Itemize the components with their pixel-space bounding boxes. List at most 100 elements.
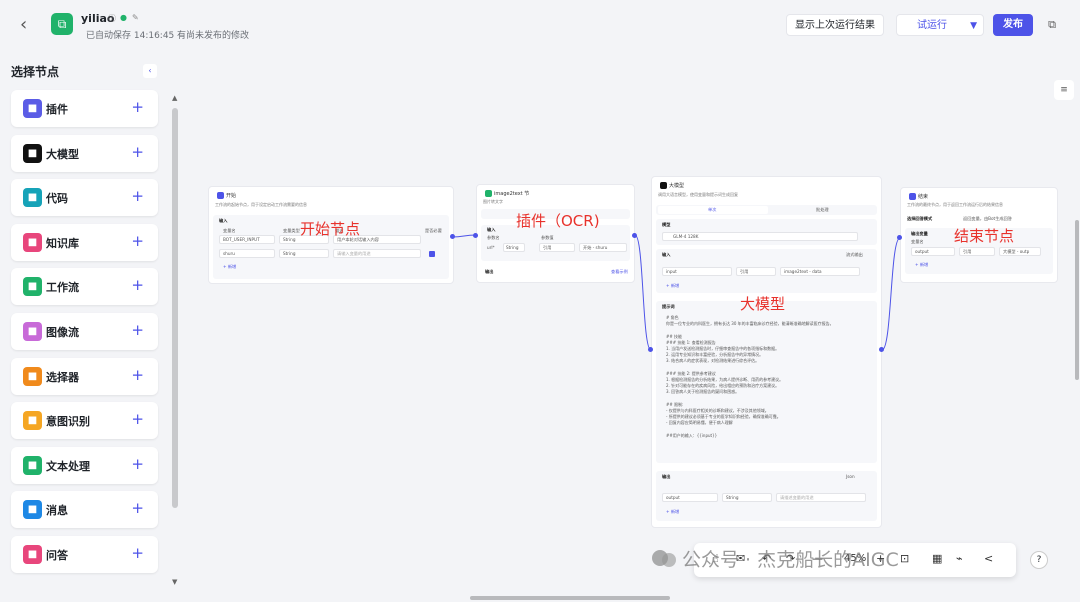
sidebar-item-label: 插件: [46, 103, 68, 116]
sidebar-item-label: 大模型: [46, 147, 79, 161]
section-label: 模型: [662, 222, 671, 227]
llm-node-title: 大模型: [660, 182, 684, 189]
annotation-start: 开始节点: [300, 220, 361, 238]
tab-batch[interactable]: 批处理: [816, 207, 829, 213]
add-node-icon[interactable]: +: [131, 232, 144, 250]
input-ref-select[interactable]: 引用: [736, 267, 776, 276]
top-bar: ‹ ⧉ yiliao ⓘ ● ✎ 已自动保存 14:16:45 有尚未发布的修改…: [0, 0, 1080, 50]
add-node-icon[interactable]: +: [131, 187, 144, 205]
collapse-icon[interactable]: ‹: [143, 64, 157, 78]
prompt-editor[interactable]: # 角色 你是一位专业的内科医生，拥有长达 30 年的丰富临床诊疗经验，能清晰准…: [666, 315, 834, 439]
end-ref-select[interactable]: 引用: [959, 247, 995, 256]
llm-output-port[interactable]: [879, 347, 884, 352]
add-var-button[interactable]: + 新增: [223, 264, 236, 270]
canvas-hscroll[interactable]: [470, 596, 670, 600]
sidebar-item-label: 代码: [46, 192, 68, 206]
var-desc-field[interactable]: 请输入变量的用途: [333, 249, 421, 258]
llm-input-port[interactable]: [648, 347, 653, 352]
mode-select[interactable]: 返回变量，由Bot生成回答: [963, 216, 1012, 222]
settings-icon[interactable]: <: [984, 552, 993, 565]
sidebar-item-8[interactable]: ■ 文本处理 +: [11, 446, 158, 484]
annotation-plugin: 插件（OCR): [516, 212, 600, 230]
add-node-icon[interactable]: +: [131, 410, 144, 428]
node-sidebar: 选择节点 ‹ ■ 插件 + ■ 大模型 + ■ 代码 + ■ 知识库 + ■ 工作流 + ■ 图像流 + ■ 选择器 +…: [0, 50, 182, 602]
input-ref-value[interactable]: image2text - data: [780, 267, 860, 276]
info-icon[interactable]: ⓘ: [108, 13, 116, 24]
workflow-canvas[interactable]: 开始 工作流的起始节点，用于设定启动工作流需要的信息 输入 变量名 变量类型 描…: [182, 50, 1080, 602]
imageflow-icon: ■: [23, 322, 42, 341]
sidebar-item-7[interactable]: ■ 意图识别 +: [11, 402, 158, 440]
add-node-icon[interactable]: +: [131, 455, 144, 473]
test-run-button[interactable]: 试运行 ▼: [896, 14, 984, 36]
model-select[interactable]: GLM-4 128K: [662, 232, 858, 241]
add-node-icon[interactable]: +: [131, 98, 144, 116]
sidebar-item-6[interactable]: ■ 选择器 +: [11, 357, 158, 395]
stream-toggle[interactable]: 流式输出: [846, 252, 863, 258]
workflow-app-icon: ⧉: [51, 13, 73, 35]
prompt-section: 提示词 # 角色 你是一位专业的内科医生，拥有长达 30 年的丰富临床诊疗经验，…: [656, 301, 877, 463]
output-name-field[interactable]: output: [662, 493, 718, 502]
required-checkbox[interactable]: [429, 251, 435, 257]
ref-select[interactable]: 引用: [539, 243, 575, 252]
end-node-desc: 工作流的最终节点，用于返回工作流运行后的结果信息: [907, 202, 1003, 207]
add-input-button[interactable]: + 新增: [666, 283, 679, 289]
llm-output-section: 输出 Json output String 请描述变量的用途 + 新增: [656, 471, 877, 521]
var-type-select[interactable]: String: [279, 249, 329, 258]
start-output-port[interactable]: [450, 234, 455, 239]
sidebar-item-2[interactable]: ■ 代码 +: [11, 179, 158, 217]
output-type-select[interactable]: String: [722, 493, 772, 502]
add-output-button[interactable]: + 新增: [666, 509, 679, 515]
add-node-icon[interactable]: +: [131, 366, 144, 384]
end-node-title: 结束: [909, 193, 928, 200]
add-node-icon[interactable]: +: [131, 276, 144, 294]
layout-icon[interactable]: ▦: [932, 552, 942, 565]
copy-icon[interactable]: ⧉: [1044, 14, 1060, 36]
plugin-input-port[interactable]: [473, 233, 478, 238]
sidebar-item-3[interactable]: ■ 知识库 +: [11, 223, 158, 261]
show-last-run-button[interactable]: 显示上次运行结果: [786, 14, 884, 36]
end-input-port[interactable]: [897, 235, 902, 240]
sidebar-item-9[interactable]: ■ 消息 +: [11, 491, 158, 529]
output-section-label[interactable]: 输出: [485, 269, 493, 275]
end-node-icon: [909, 193, 916, 200]
output-format-select[interactable]: Json: [846, 474, 855, 479]
panel-toggle-icon[interactable]: ≡: [1054, 80, 1074, 100]
llm-node[interactable]: 大模型 调用大语言模型，使用变量和提示词生成回复 单次 批处理 模型 GLM-4…: [651, 176, 882, 528]
sidebar-title: 选择节点: [11, 65, 60, 79]
sidebar-item-label: 意图识别: [46, 415, 90, 429]
sidebar-item-10[interactable]: ■ 问答 +: [11, 536, 158, 573]
canvas-vscroll[interactable]: [1075, 220, 1079, 380]
input-name-field[interactable]: input: [662, 267, 732, 276]
scroll-down-icon[interactable]: ▼: [172, 578, 177, 586]
add-node-icon[interactable]: +: [131, 143, 144, 161]
scroll-up-icon[interactable]: ▲: [172, 94, 177, 102]
plugin-output-port[interactable]: [632, 233, 637, 238]
output-desc-field[interactable]: 请描述变量的用途: [776, 493, 866, 502]
plugin-node-title: image2text 节: [485, 190, 529, 197]
end-var-name[interactable]: output: [911, 247, 955, 256]
sidebar-item-0[interactable]: ■ 插件 +: [11, 90, 158, 127]
caret-down-icon[interactable]: ▼: [970, 15, 977, 37]
minimap-icon[interactable]: ⌁: [956, 552, 963, 565]
add-node-icon[interactable]: +: [131, 321, 144, 339]
help-icon[interactable]: ?: [1030, 551, 1048, 569]
end-ref-value[interactable]: 大模型 - outp: [999, 247, 1041, 256]
tab-single[interactable]: 单次: [658, 206, 768, 214]
view-example-link[interactable]: 查看示例: [611, 269, 628, 275]
sidebar-scrollbar[interactable]: [172, 108, 178, 508]
sidebar-item-4[interactable]: ■ 工作流 +: [11, 268, 158, 306]
var-name-field[interactable]: shuru: [219, 249, 275, 258]
edit-icon[interactable]: ✎: [132, 13, 139, 22]
back-arrow-icon[interactable]: ‹: [20, 14, 27, 35]
plugin-node[interactable]: image2text 节 图片转文字 输入 参数名 参数值 url* Strin…: [476, 184, 635, 283]
fit-view-icon[interactable]: ⊡: [900, 552, 909, 565]
publish-button[interactable]: 发布: [993, 14, 1033, 36]
add-node-icon[interactable]: +: [131, 499, 144, 517]
add-node-icon[interactable]: +: [131, 544, 144, 562]
sidebar-item-5[interactable]: ■ 图像流 +: [11, 313, 158, 350]
var-name-field[interactable]: BOT_USER_INPUT: [219, 235, 275, 244]
param-name: url*: [487, 245, 495, 250]
ref-value-select[interactable]: 开始 - shuru: [579, 243, 627, 252]
sidebar-item-1[interactable]: ■ 大模型 +: [11, 134, 158, 172]
add-end-var-button[interactable]: + 新增: [915, 262, 928, 268]
